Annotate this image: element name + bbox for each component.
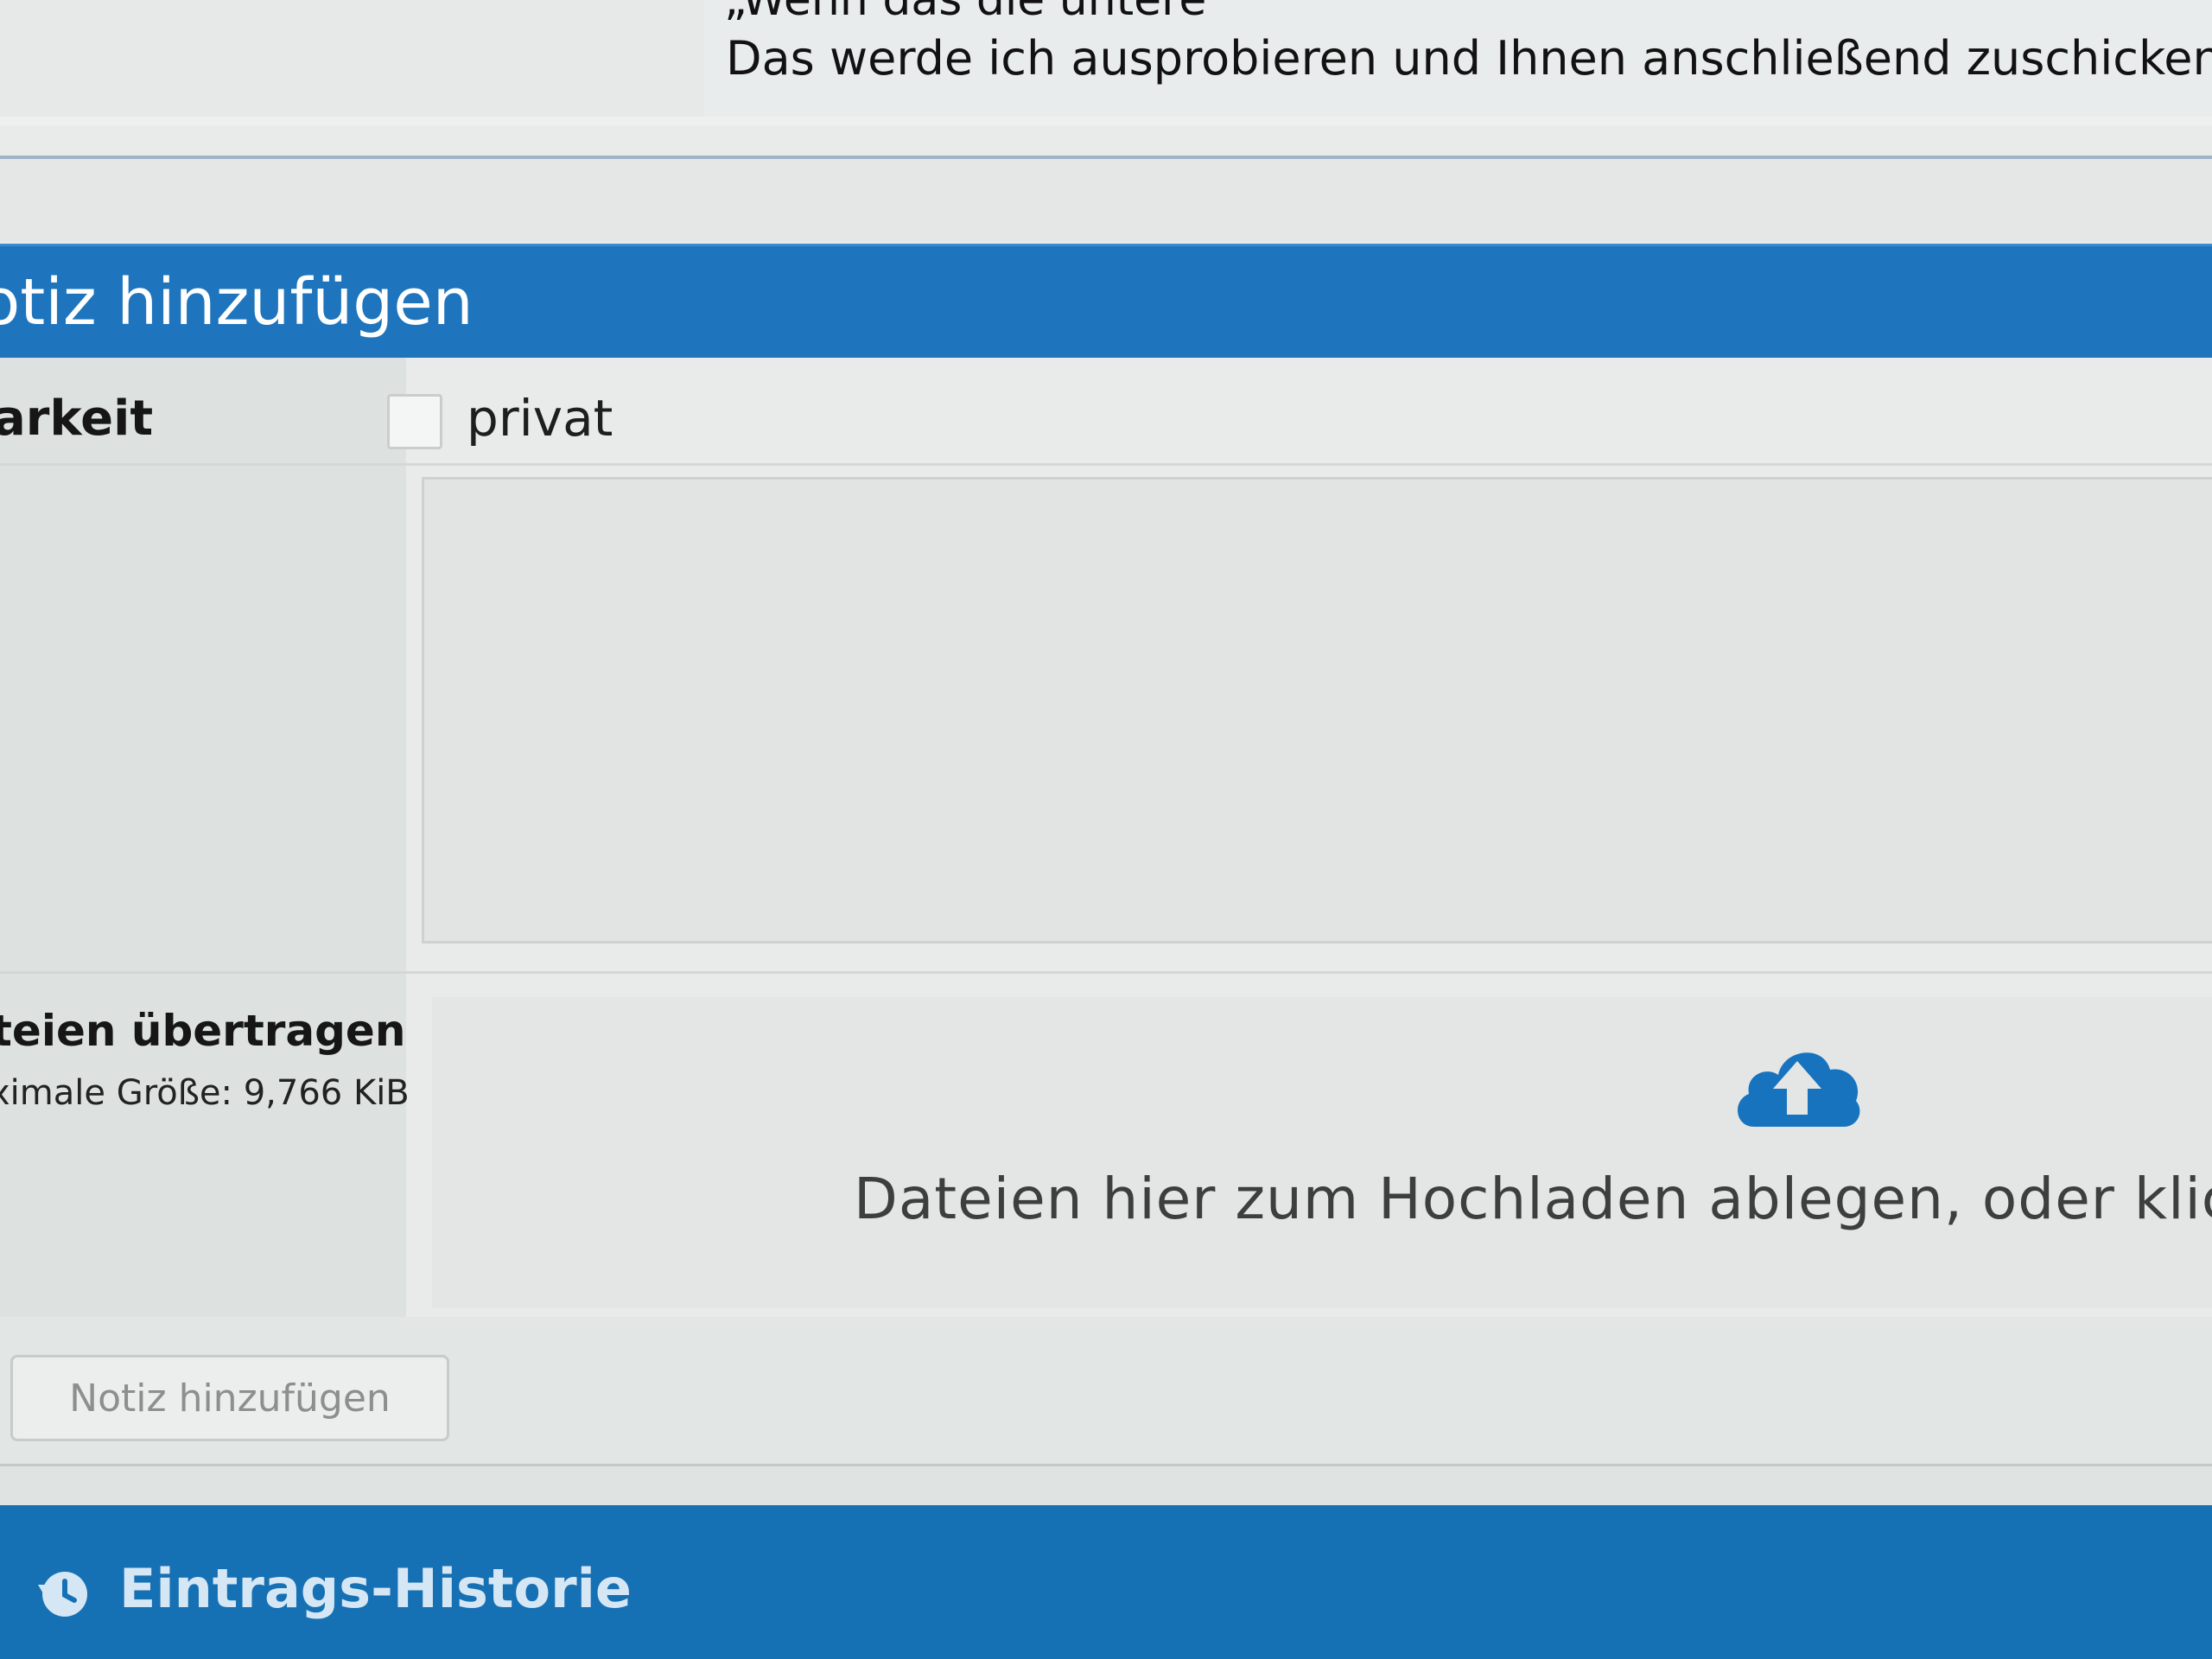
- previous-note-cutoff-line: „Wenn das die untere: [724, 0, 1207, 26]
- add-note-form: arkeit privat teien übertragen ximale Gr…: [0, 358, 2212, 1317]
- entry-history-header[interactable]: Eintrags-Historie: [0, 1505, 2212, 1659]
- spacer: [0, 159, 2212, 241]
- file-drop-zone[interactable]: [432, 997, 2212, 1308]
- add-note-header: otiz hinzufügen: [0, 244, 2212, 360]
- note-textarea[interactable]: [422, 477, 2212, 944]
- entry-history-title[interactable]: Eintrags-Historie: [119, 1557, 632, 1620]
- visibility-label: arkeit: [0, 391, 154, 447]
- previous-note-row: „Wenn das die untere Das werde ich auspr…: [0, 0, 2212, 125]
- private-checkbox-label[interactable]: privat: [467, 389, 613, 448]
- add-note-title: otiz hinzufügen: [0, 265, 474, 340]
- cloud-upload-icon[interactable]: [1728, 1032, 1866, 1135]
- row-separator: [0, 971, 2212, 974]
- max-size-label: ximale Größe: 9,766 KiB: [0, 1073, 410, 1113]
- row-separator: [0, 463, 2212, 466]
- previous-note-meta-cell: [0, 0, 704, 117]
- upload-files-label: teien übertragen: [0, 1006, 406, 1056]
- form-label-column: [0, 358, 406, 1317]
- history-icon: [38, 1572, 87, 1617]
- submit-row: Notiz hinzufügen: [0, 1317, 2212, 1464]
- private-checkbox[interactable]: [387, 394, 442, 449]
- drop-zone-text[interactable]: Dateien hier zum Hochladen ablegen, oder…: [854, 1166, 2212, 1232]
- page: „Wenn das die untere Das werde ich auspr…: [0, 0, 2212, 1659]
- previous-note-text: Das werde ich ausprobieren und Ihnen ans…: [726, 31, 2212, 86]
- add-note-button[interactable]: Notiz hinzufügen: [10, 1355, 449, 1441]
- spacer: [0, 1466, 2212, 1505]
